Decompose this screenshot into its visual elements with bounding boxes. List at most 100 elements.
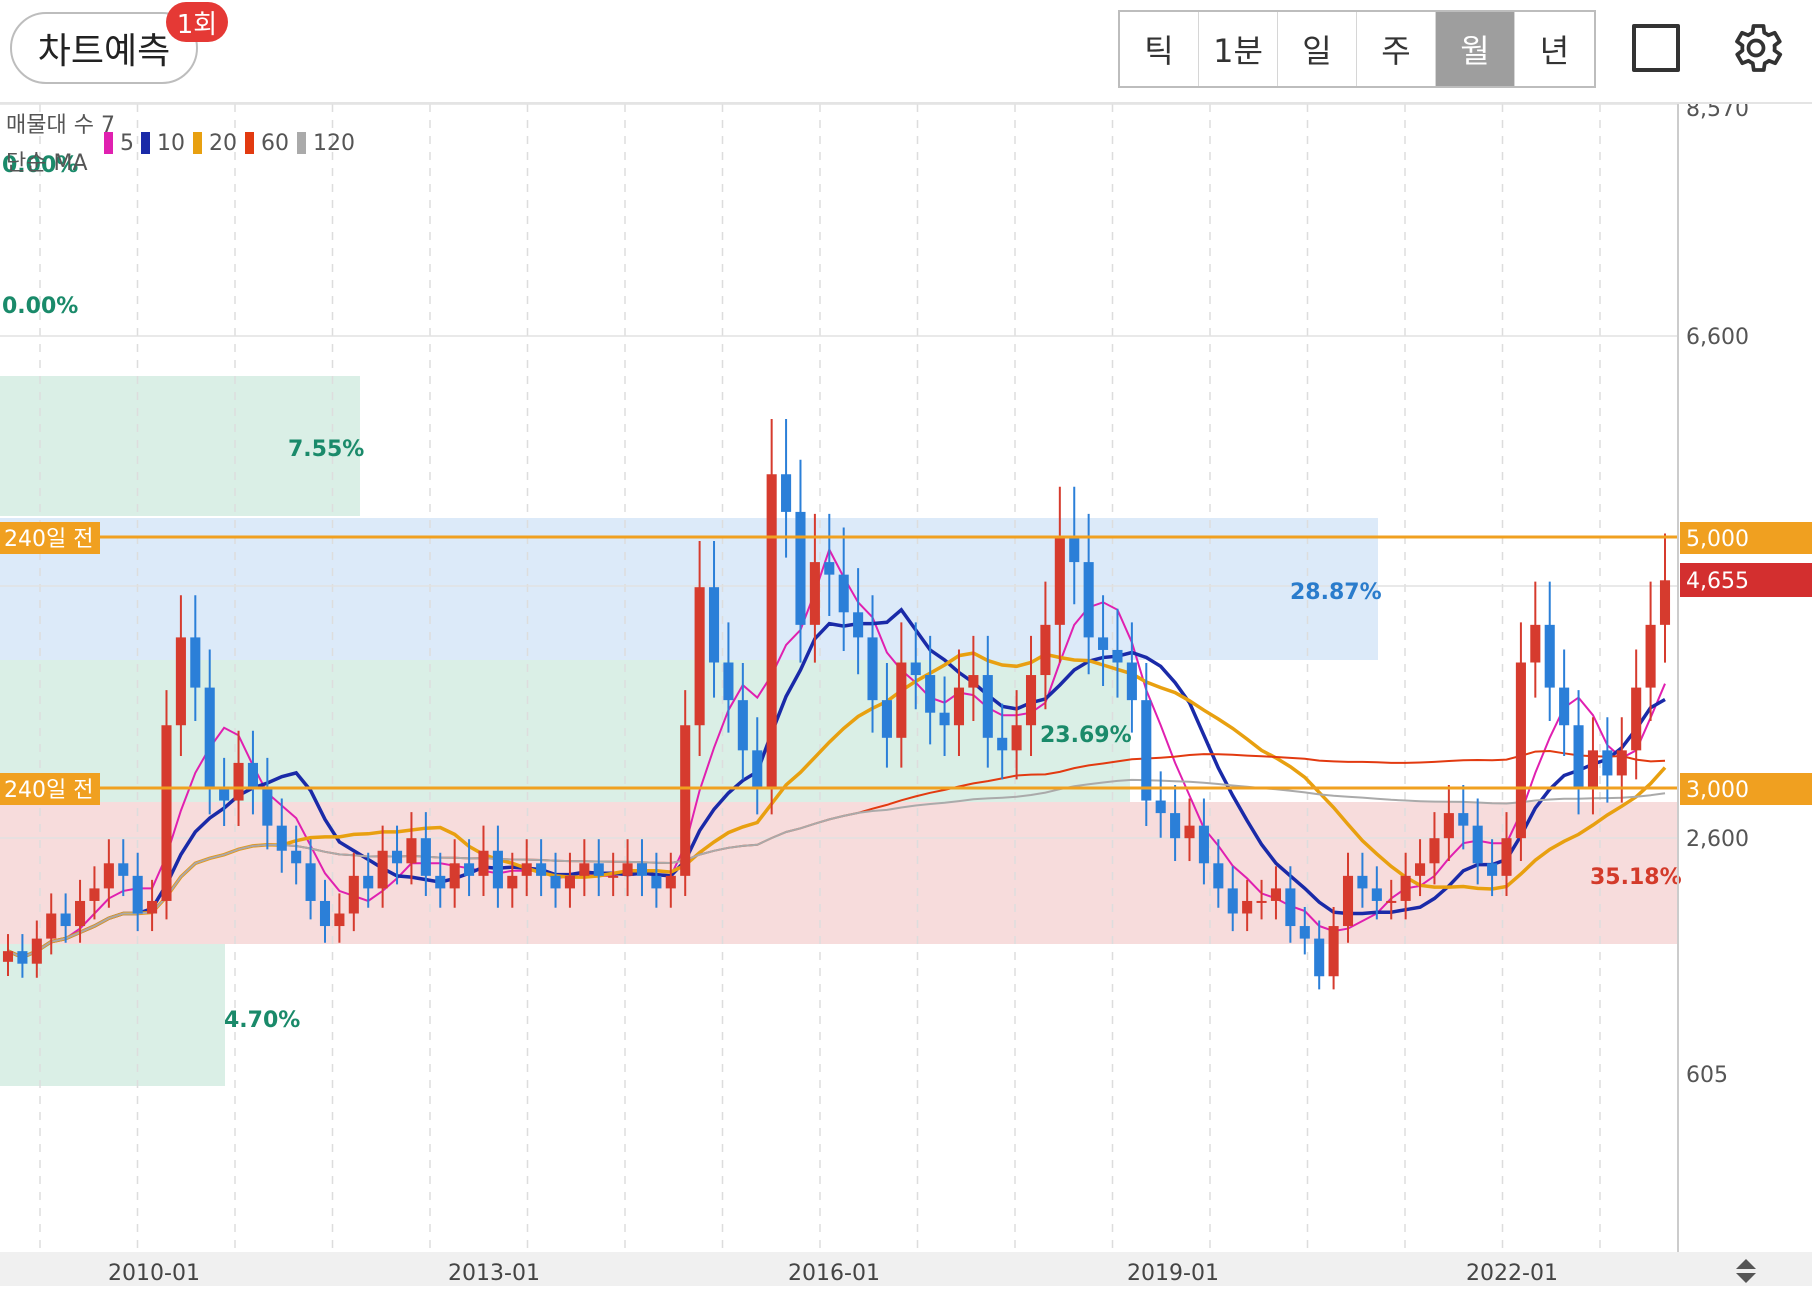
- chart-predict-label: 차트예측: [37, 31, 171, 72]
- volume-profile-label: 매물대 수 7: [6, 113, 115, 138]
- ma20-swatch: [193, 132, 202, 154]
- candle-body: [1242, 900, 1253, 914]
- y-tick-2600: 2,600: [1686, 827, 1749, 852]
- candle-body: [1530, 624, 1541, 663]
- top-toolbar: 차트예측 1회 틱 1분 일 주 월 년: [0, 0, 1812, 104]
- candle-body: [1198, 825, 1209, 864]
- square-icon[interactable]: [1632, 24, 1680, 72]
- candle-body: [968, 675, 979, 688]
- pct-label-4: 23.69%: [1040, 723, 1132, 748]
- tab-day[interactable]: 일: [1278, 12, 1357, 86]
- candle-body: [391, 850, 403, 864]
- tab-month[interactable]: 월: [1436, 12, 1515, 86]
- candle-body: [233, 762, 244, 801]
- tab-tick[interactable]: 틱: [1120, 12, 1199, 86]
- candle-body: [1155, 800, 1166, 814]
- zone-blue: [0, 518, 1378, 660]
- gear-icon[interactable]: [1726, 18, 1786, 78]
- candle-body: [204, 687, 215, 788]
- candle-body: [75, 900, 86, 927]
- candle-body: [175, 637, 186, 726]
- pct-label-6: 4.70%: [224, 1008, 300, 1033]
- candle-body: [31, 938, 42, 964]
- candle-body: [17, 951, 28, 964]
- candle-body: [1328, 926, 1339, 977]
- pct-label-3: 28.87%: [1290, 580, 1382, 605]
- tab-year[interactable]: 년: [1515, 12, 1594, 86]
- candle-body: [1659, 580, 1671, 625]
- candlestick-chart[interactable]: 240일 전 240일 전 0.00% 0.00% 7.55% 28.87% 2…: [0, 97, 1812, 1286]
- candle-body: [564, 875, 575, 889]
- candle-body: [118, 863, 129, 876]
- candle-body: [449, 863, 460, 889]
- candle-body: [334, 913, 345, 927]
- candle-body: [1559, 687, 1570, 726]
- ma5-label: 5: [120, 131, 134, 156]
- candle-body: [795, 511, 806, 625]
- candle-body: [1040, 624, 1051, 676]
- candle-body: [1386, 900, 1397, 903]
- price-tag-5000: 5,000: [1686, 527, 1749, 552]
- candle-body: [291, 850, 302, 864]
- candle-body: [737, 700, 748, 751]
- candle-body: [953, 687, 965, 726]
- candle-body: [363, 875, 374, 889]
- candle-body: [997, 737, 1008, 751]
- candle-body: [982, 675, 993, 738]
- candle-body: [1011, 725, 1022, 751]
- candle-body: [1458, 813, 1469, 826]
- ma5-swatch: [104, 132, 113, 154]
- candle-body: [1487, 863, 1498, 876]
- candle-body: [1371, 888, 1382, 901]
- candle-body: [1573, 725, 1584, 788]
- candle-body: [190, 637, 201, 688]
- candle-body: [680, 725, 691, 876]
- candle-body: [853, 612, 864, 638]
- candle-body: [507, 875, 518, 889]
- candle-body: [1285, 888, 1296, 927]
- candle-body: [838, 574, 849, 613]
- ma120-label: 120: [313, 131, 355, 156]
- candle-body: [925, 675, 936, 713]
- candle-body: [60, 913, 71, 927]
- candle-body: [1631, 687, 1642, 751]
- candle-body: [1025, 675, 1037, 726]
- candle-body: [1415, 863, 1426, 876]
- candle-body: [1126, 662, 1137, 701]
- candle-body: [593, 863, 604, 876]
- zone-green-bottom: [0, 944, 225, 1086]
- candle-body: [536, 863, 547, 876]
- candle-body: [420, 838, 431, 876]
- x-tick-2019: 2019-01: [1127, 1261, 1219, 1286]
- candle-body: [579, 863, 590, 876]
- tab-week[interactable]: 주: [1357, 12, 1436, 86]
- ma10-label: 10: [157, 131, 185, 156]
- candle-body: [276, 825, 287, 851]
- candle-body: [1213, 863, 1224, 889]
- ma20-label: 20: [209, 131, 237, 156]
- ma120-swatch: [297, 132, 306, 154]
- candle-body: [1429, 838, 1440, 864]
- current-price-tag: 4,655: [1686, 569, 1749, 594]
- candle-body: [939, 712, 950, 726]
- predict-count-badge: 1회: [166, 2, 228, 42]
- candle-body: [348, 875, 359, 914]
- ma10-swatch: [141, 132, 150, 154]
- candle-body: [781, 474, 792, 512]
- y-tick-8570: 8,570: [1686, 104, 1749, 122]
- candle-body: [1083, 562, 1094, 638]
- x-tick-2010: 2010-01: [108, 1261, 200, 1286]
- candle-body: [161, 725, 172, 901]
- candle-body: [262, 788, 273, 826]
- candle-body: [1054, 537, 1065, 625]
- candle-body: [1170, 813, 1181, 839]
- candle-body: [910, 662, 921, 676]
- tab-1min[interactable]: 1분: [1199, 12, 1278, 86]
- price-line-label-1: 240일 전: [4, 527, 93, 552]
- candle-body: [1112, 649, 1123, 663]
- candle-body: [1342, 875, 1354, 927]
- chart-area[interactable]: 240일 전 240일 전 0.00% 0.00% 7.55% 28.87% 2…: [0, 97, 1812, 1286]
- candle-body: [665, 875, 676, 889]
- candle-body: [1270, 888, 1282, 901]
- price-axis: 8,570 6,600 2,600 605 5,000 3,000 4,655: [1677, 97, 1812, 1252]
